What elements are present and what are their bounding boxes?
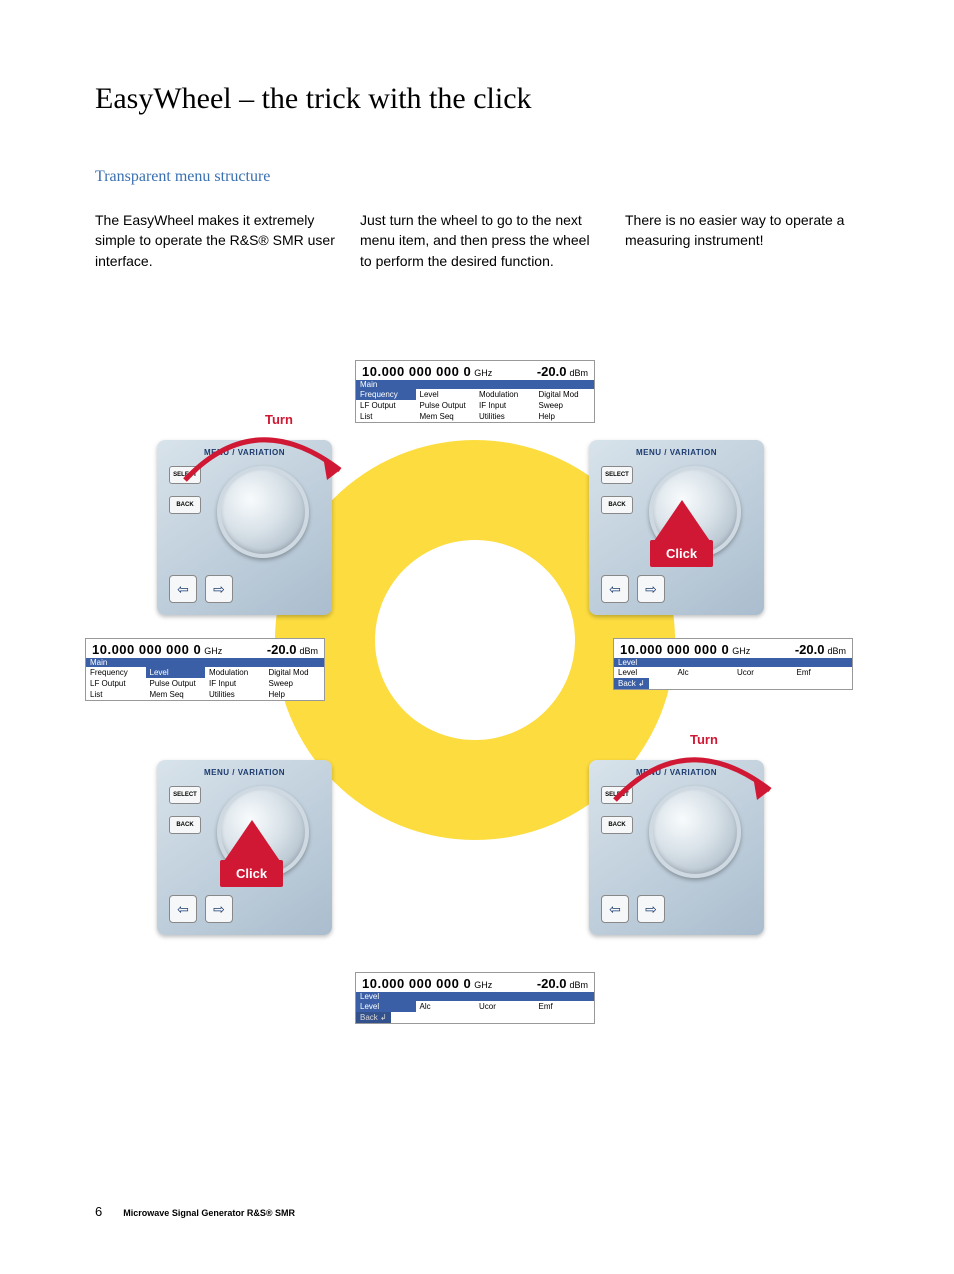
lcd-screen-main-frequency: 10.000 000 000 0 GHz -20.0 dBm Main Freq… — [355, 360, 595, 423]
menu-item: Level — [416, 389, 476, 400]
body-column-1: The EasyWheel makes it extremely simple … — [95, 210, 340, 271]
left-arrow-button: ⇦ — [169, 895, 197, 923]
menu-item: Frequency — [86, 667, 146, 678]
menu-item: Sweep — [535, 400, 595, 411]
panel-header: MENU / VARIATION — [157, 768, 332, 777]
turn-arrow-icon — [595, 740, 795, 830]
menu-item: LF Output — [86, 678, 146, 689]
lcd-screen-level-level: 10.000 000 000 0 GHz -20.0 dBm Level Lev… — [355, 972, 595, 1024]
menu-item: Help — [265, 689, 325, 700]
menu-item: List — [86, 689, 146, 700]
freq-value: 10.000 000 000 0 — [362, 976, 471, 991]
level-unit: dBm — [569, 368, 588, 378]
screen-menu: Frequency Level Modulation Digital Mod L… — [86, 667, 324, 700]
right-arrow-button: ⇨ — [205, 895, 233, 923]
left-arrow-button: ⇦ — [601, 575, 629, 603]
freq-value: 10.000 000 000 0 — [620, 642, 729, 657]
panel-header: MENU / VARIATION — [589, 448, 764, 457]
menu-item: Utilities — [475, 411, 535, 422]
click-action-2: Click — [220, 820, 283, 887]
level-unit: dBm — [299, 646, 318, 656]
freq-value: 10.000 000 000 0 — [362, 364, 471, 379]
menu-item: Modulation — [475, 389, 535, 400]
document-page: EasyWheel – the trick with the click Tra… — [0, 0, 954, 1274]
page-title: EasyWheel – the trick with the click — [95, 82, 532, 116]
section-subtitle: Transparent menu structure — [95, 168, 270, 186]
left-arrow-button: ⇦ — [169, 575, 197, 603]
turn-arrow-icon — [165, 420, 365, 510]
body-column-3: There is no easier way to operate a meas… — [625, 210, 870, 251]
menu-item: Level — [614, 667, 674, 678]
menu-item: IF Input — [475, 400, 535, 411]
back-button: BACK — [169, 816, 201, 834]
menu-item: Digital Mod — [535, 389, 595, 400]
right-arrow-button: ⇨ — [637, 895, 665, 923]
level-value: -20.0 — [795, 642, 825, 657]
select-button: SELECT — [169, 786, 201, 804]
menu-item: LF Output — [356, 400, 416, 411]
menu-item: Help — [535, 411, 595, 422]
menu-item: Pulse Output — [146, 678, 206, 689]
lcd-screen-main-level: 10.000 000 000 0 GHz -20.0 dBm Main Freq… — [85, 638, 325, 701]
menu-item: IF Input — [205, 678, 265, 689]
screen-path: Main — [356, 380, 594, 389]
menu-item: Level — [356, 1001, 416, 1012]
menu-item: Alc — [674, 667, 734, 678]
menu-item: Mem Seq — [416, 411, 476, 422]
back-button: BACK — [601, 496, 633, 514]
right-arrow-button: ⇨ — [205, 575, 233, 603]
left-arrow-button: ⇦ — [601, 895, 629, 923]
menu-item: Sweep — [265, 678, 325, 689]
menu-item: Emf — [793, 667, 853, 678]
easywheel-diagram: 10.000 000 000 0 GHz -20.0 dBm Main Freq… — [85, 360, 855, 1060]
level-value: -20.0 — [537, 364, 567, 379]
screen-path: Level — [614, 658, 852, 667]
arrow-up-icon — [652, 500, 712, 544]
screen-menu: Level Alc Ucor Emf — [614, 667, 852, 678]
page-footer: 6 Microwave Signal Generator R&S® SMR — [95, 1204, 295, 1219]
level-unit: dBm — [569, 980, 588, 990]
menu-item: Utilities — [205, 689, 265, 700]
freq-unit: GHz — [732, 646, 750, 656]
click-action-1: Click — [650, 500, 713, 567]
right-arrow-button: ⇨ — [637, 575, 665, 603]
menu-item: Level — [146, 667, 206, 678]
menu-item: Alc — [416, 1001, 476, 1012]
select-button: SELECT — [601, 466, 633, 484]
turn-label-1: Turn — [265, 412, 293, 427]
level-unit: dBm — [827, 646, 846, 656]
freq-value: 10.000 000 000 0 — [92, 642, 201, 657]
menu-item: Pulse Output — [416, 400, 476, 411]
menu-item: Ucor — [733, 667, 793, 678]
screen-menu: Level Alc Ucor Emf — [356, 1001, 594, 1012]
body-column-2: Just turn the wheel to go to the next me… — [360, 210, 605, 271]
menu-back: Back ↲ — [356, 1012, 391, 1023]
menu-item: Ucor — [475, 1001, 535, 1012]
lcd-screen-level-back: 10.000 000 000 0 GHz -20.0 dBm Level Lev… — [613, 638, 853, 690]
screen-path: Level — [356, 992, 594, 1001]
menu-back: Back ↲ — [614, 678, 649, 689]
click-label: Click — [650, 540, 713, 567]
turn-label-2: Turn — [690, 732, 718, 747]
menu-item: Mem Seq — [146, 689, 206, 700]
freq-unit: GHz — [204, 646, 222, 656]
menu-item: Emf — [535, 1001, 595, 1012]
menu-item: Frequency — [356, 389, 416, 400]
freq-unit: GHz — [474, 368, 492, 378]
screen-path: Main — [86, 658, 324, 667]
click-label: Click — [220, 860, 283, 887]
flow-ring-hole — [375, 540, 575, 740]
arrow-up-icon — [222, 820, 282, 864]
level-value: -20.0 — [267, 642, 297, 657]
menu-item: Modulation — [205, 667, 265, 678]
freq-unit: GHz — [474, 980, 492, 990]
page-number: 6 — [95, 1204, 102, 1219]
level-value: -20.0 — [537, 976, 567, 991]
footer-text: Microwave Signal Generator R&S® SMR — [123, 1208, 295, 1218]
menu-item: Digital Mod — [265, 667, 325, 678]
screen-menu: Frequency Level Modulation Digital Mod L… — [356, 389, 594, 422]
